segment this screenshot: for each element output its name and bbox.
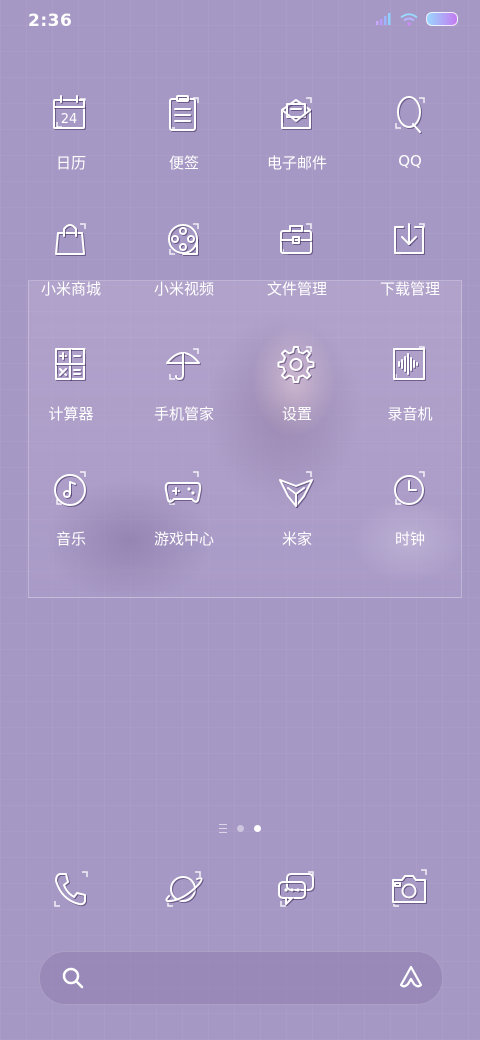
umbrella-icon [166, 348, 200, 380]
notes-icon [169, 95, 199, 131]
app-clock[interactable]: 时钟 [355, 466, 465, 549]
app-calendar[interactable]: 24 日历 [16, 90, 126, 173]
film-reel-icon [168, 223, 199, 255]
gear-icon [277, 346, 315, 383]
search-bar[interactable] [39, 951, 443, 1005]
app-mijia[interactable]: 米家 [242, 466, 352, 549]
app-label: 录音机 [387, 405, 433, 423]
search-icon [62, 967, 84, 989]
app-qq[interactable]: QQ [355, 90, 465, 170]
status-time: 2:36 [28, 11, 73, 31]
app-security[interactable]: 手机管家 [129, 341, 239, 424]
app-label: 小米商城 [40, 280, 101, 298]
app-game-center[interactable]: 游戏中心 [129, 466, 239, 549]
app-label: 游戏中心 [153, 530, 214, 548]
app-label: 小米视频 [153, 280, 214, 298]
app-mi-video[interactable]: 小米视频 [129, 216, 239, 299]
planet-browser-icon[interactable] [161, 866, 207, 912]
app-email[interactable]: 电子邮件 [242, 90, 352, 173]
gamepad-icon [164, 471, 202, 505]
app-notes[interactable]: 便签 [129, 90, 239, 173]
app-label: 手机管家 [153, 405, 214, 423]
wifi-icon [400, 12, 418, 26]
camera-icon[interactable] [387, 866, 433, 912]
app-label: 电子邮件 [266, 154, 327, 172]
app-label: 下载管理 [379, 280, 440, 298]
ai-assistant-icon[interactable] [398, 964, 424, 990]
app-label: 日历 [55, 154, 86, 172]
shopping-bag-icon [55, 223, 86, 255]
page-indicator-menu [219, 824, 227, 833]
email-icon [281, 97, 312, 129]
calculator-icon [55, 348, 86, 380]
page-indicator[interactable] [0, 824, 480, 833]
app-file-manager[interactable]: 文件管理 [242, 216, 352, 299]
app-settings[interactable]: 设置 [242, 341, 352, 424]
page-dot [237, 825, 244, 832]
battery-icon [426, 12, 458, 26]
messages-icon[interactable] [274, 866, 320, 912]
app-label: 米家 [281, 530, 312, 548]
qq-icon [395, 96, 425, 133]
app-mi-store[interactable]: 小米商城 [16, 216, 126, 299]
mijia-icon [279, 471, 313, 507]
calendar-icon: 24 [53, 95, 86, 129]
status-icons [376, 12, 458, 26]
download-icon [394, 223, 425, 255]
clock-icon [394, 471, 425, 505]
app-label: 音乐 [55, 530, 86, 548]
wallpaper-photo-widget [28, 280, 462, 598]
app-label: 设置 [281, 405, 312, 423]
page-dot-active [254, 825, 261, 832]
app-label: 便签 [168, 154, 199, 172]
app-label: 文件管理 [266, 280, 327, 298]
app-label: 计算器 [48, 405, 94, 423]
app-music[interactable]: 音乐 [16, 466, 126, 549]
dock [0, 866, 480, 916]
calendar-day: 24 [61, 112, 78, 127]
app-download-manager[interactable]: 下载管理 [355, 216, 465, 299]
music-disc-icon [54, 471, 86, 506]
app-label: QQ [398, 152, 422, 170]
app-calculator[interactable]: 计算器 [16, 341, 126, 424]
waveform-icon [393, 346, 425, 380]
app-label: 时钟 [394, 530, 425, 548]
app-recorder[interactable]: 录音机 [355, 341, 465, 424]
status-bar: 2:36 [0, 0, 480, 40]
phone-icon[interactable] [48, 866, 94, 912]
briefcase-icon [280, 223, 312, 255]
signal-icon [376, 13, 391, 25]
